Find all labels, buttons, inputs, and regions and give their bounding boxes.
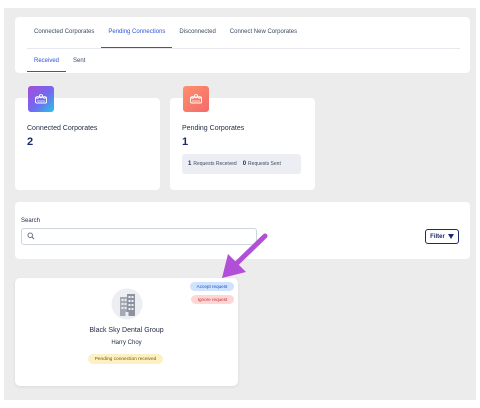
tab-connected-corporates[interactable]: Connected Corporates <box>27 17 101 48</box>
requests-received-count: 1 <box>188 161 192 167</box>
subtab-sent[interactable]: Sent <box>66 50 92 72</box>
requests-summary: 1 Requests Received 0 Requests Sent <box>182 154 301 174</box>
requests-sent-count: 0 <box>242 161 247 167</box>
stat-label: Connected Corporates <box>27 125 98 132</box>
requests-sent-label: Requests Sent <box>248 161 281 167</box>
tab-disconnected[interactable]: Disconnected <box>172 17 222 48</box>
requests-received-label: Requests Received <box>193 161 237 167</box>
stat-value: 2 <box>27 136 34 148</box>
corporates-icon <box>28 86 54 112</box>
connected-corporates-card: Connected Corporates 2 <box>15 86 160 190</box>
corporate-name: Black Sky Dental Group <box>89 327 164 334</box>
corporate-card: Accept request Ignore request Black Sky … <box>15 278 238 386</box>
stat-value: 1 <box>182 136 189 148</box>
tab-pending-connections[interactable]: Pending Connections <box>101 17 173 48</box>
main-tabs: Connected Corporates Pending Connections… <box>27 17 304 48</box>
tabs-divider <box>27 48 460 49</box>
filter-label: Filter <box>430 233 445 240</box>
contact-name: Harry Choy <box>111 340 142 346</box>
stat-label: Pending Corporates <box>182 125 245 132</box>
building-icon <box>111 288 143 320</box>
tabs-card: Connected Corporates Pending Connections… <box>15 17 470 73</box>
subtab-received[interactable]: Received <box>27 50 67 72</box>
sub-tabs: Received Sent <box>27 50 92 72</box>
corporates-icon <box>183 86 209 112</box>
search-icon <box>27 232 35 240</box>
filter-button[interactable]: Filter <box>425 229 459 244</box>
accept-request-button[interactable]: Accept request <box>190 282 234 291</box>
tab-connect-new-corporates[interactable]: Connect New Corporates <box>223 17 304 48</box>
status-badge: Pending connection received <box>88 354 163 364</box>
arrow-icon <box>222 233 268 278</box>
search-label: Search <box>21 218 41 224</box>
filter-icon <box>447 234 454 239</box>
pending-corporates-card: Pending Corporates 1 1 Requests Received… <box>170 86 315 190</box>
ignore-request-button[interactable]: Ignore request <box>191 295 234 304</box>
